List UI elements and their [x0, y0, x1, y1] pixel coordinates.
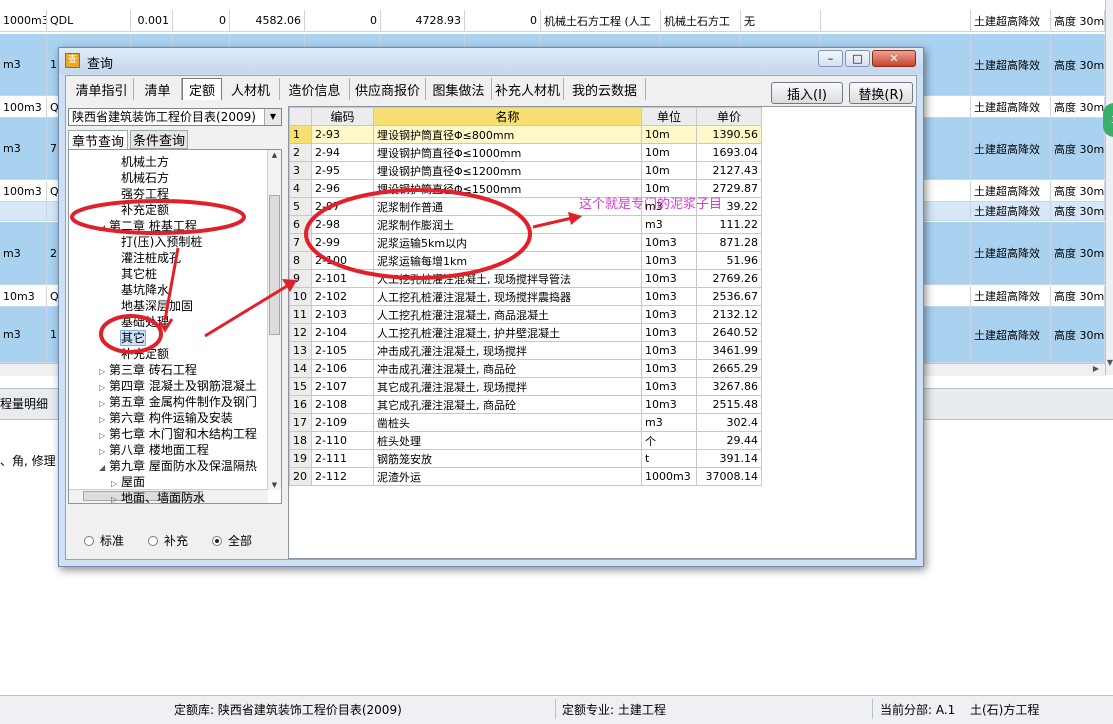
annotation-layer [70, 188, 582, 354]
annotation-ellipse-chapter [70, 199, 246, 235]
annotation-arrow-down [163, 247, 180, 321]
annotation-arrowhead [568, 212, 582, 225]
annotation-arrowhead [282, 279, 297, 292]
annotation-arrow-to-note [532, 216, 573, 229]
annotation-ellipse-other [99, 314, 163, 354]
annotation-arrow-to-grid [204, 281, 293, 338]
annotation-ellipse-mud-rows [304, 188, 532, 280]
annotation-note: 这个就是专门的泥浆子目 [579, 197, 723, 212]
